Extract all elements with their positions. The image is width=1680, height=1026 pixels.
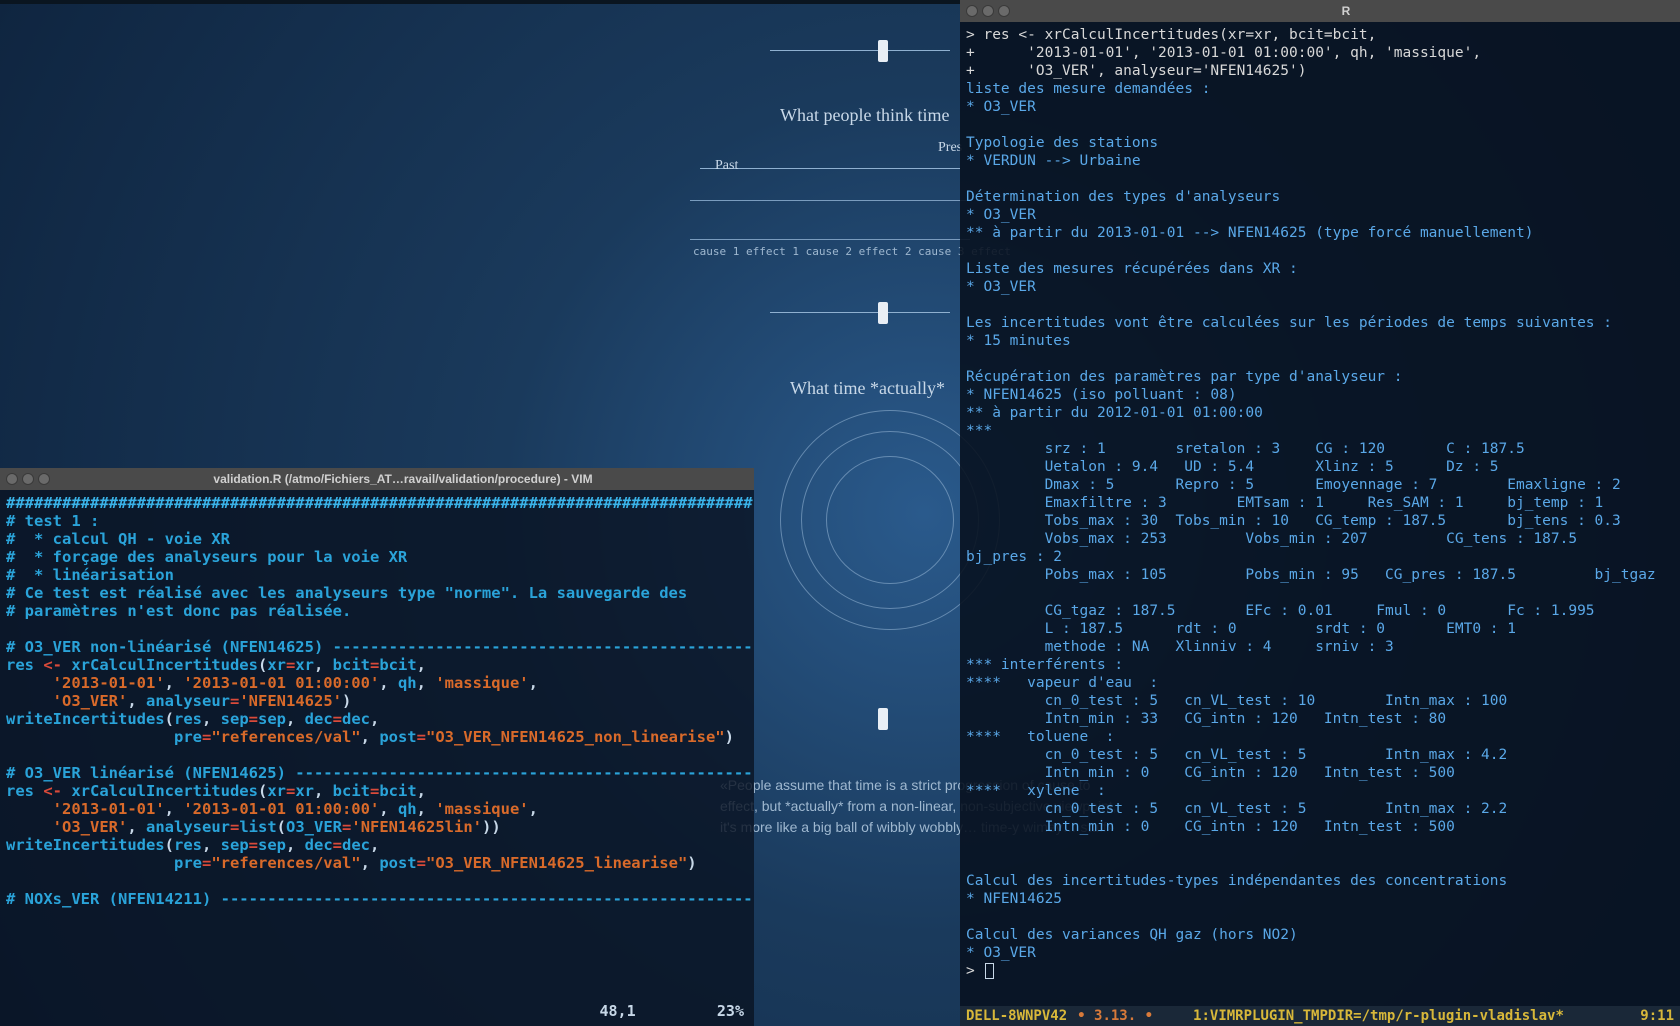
window-buttons (966, 5, 1010, 17)
statusbar-time: 9:11 (1640, 1006, 1674, 1026)
vim-title: validation.R (/atmo/Fichiers_AT…ravail/v… (58, 472, 748, 486)
wallpaper-timeline (700, 168, 960, 169)
wallpaper-marker (878, 302, 888, 324)
statusbar-host: DELL-8WNPV42 (966, 1006, 1067, 1026)
maximize-icon[interactable] (38, 473, 50, 485)
wallpaper-label: Past (715, 158, 738, 174)
wallpaper-boxes (690, 200, 970, 240)
wallpaper-timeline (770, 312, 950, 313)
maximize-icon[interactable] (998, 5, 1010, 17)
vim-window[interactable]: validation.R (/atmo/Fichiers_AT…ravail/v… (0, 468, 754, 1026)
close-icon[interactable] (6, 473, 18, 485)
wallpaper-label: Pres (938, 140, 962, 156)
wallpaper-marker (878, 708, 888, 730)
r-statusbar: DELL-8WNPV42 • 3.13. • 1:VIMRPLUGIN_TMPD… (960, 1006, 1680, 1026)
vim-scroll-pct: 23% (717, 1002, 744, 1020)
minimize-icon[interactable] (982, 5, 994, 17)
close-icon[interactable] (966, 5, 978, 17)
r-titlebar[interactable]: R (960, 0, 1680, 22)
window-buttons (6, 473, 50, 485)
vim-editor-content[interactable]: ########################################… (0, 490, 754, 1026)
wallpaper-timeline (770, 50, 950, 51)
minimize-icon[interactable] (22, 473, 34, 485)
r-terminal-content[interactable]: > res <- xrCalculIncertitudes(xr=xr, bci… (960, 22, 1680, 1006)
r-terminal-window[interactable]: R > res <- xrCalculIncertitudes(xr=xr, b… (960, 0, 1680, 1026)
statusbar-env: 1:VIMRPLUGIN_TMPDIR=/tmp/r-plugin-vladis… (1153, 1006, 1640, 1026)
r-title: R (1018, 4, 1674, 18)
statusbar-version: • 3.13. • (1077, 1006, 1153, 1026)
wallpaper-heading: What time *actually* (790, 378, 945, 399)
wallpaper-heading: What people think time (780, 105, 949, 126)
vim-ruler: 48,1 23% (600, 1002, 745, 1020)
wallpaper-marker (878, 40, 888, 62)
vim-titlebar[interactable]: validation.R (/atmo/Fichiers_AT…ravail/v… (0, 468, 754, 490)
vim-cursor-pos: 48,1 (600, 1002, 636, 1020)
